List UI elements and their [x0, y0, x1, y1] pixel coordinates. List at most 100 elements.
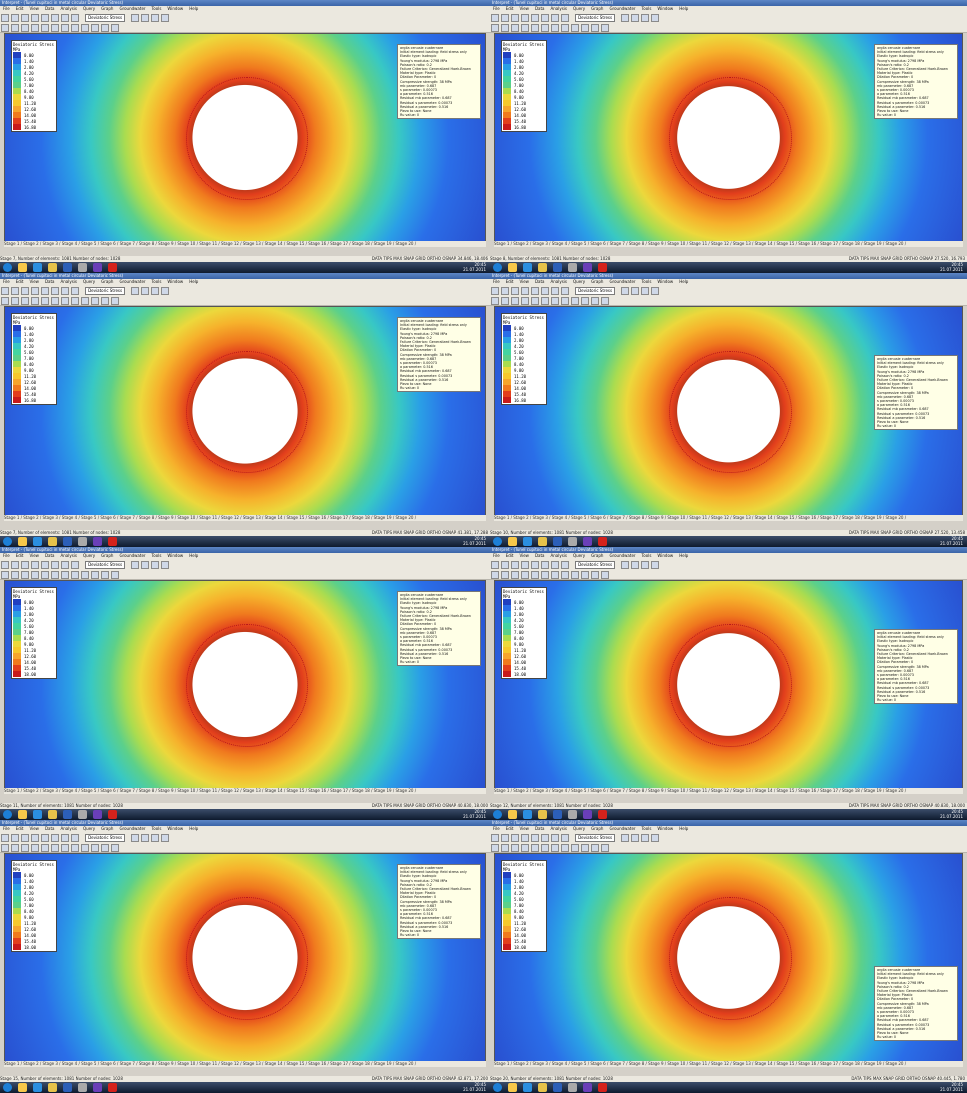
table-icon[interactable] — [41, 571, 49, 579]
zoom-all-icon[interactable] — [551, 834, 559, 842]
menu-analysis[interactable]: Analysis — [551, 826, 567, 831]
arrow-icon[interactable] — [51, 297, 59, 305]
media-icon[interactable] — [568, 263, 577, 272]
phase2-icon[interactable] — [583, 810, 592, 819]
graph-icon[interactable] — [521, 297, 529, 305]
select-icon[interactable] — [1, 571, 9, 579]
circle-icon[interactable] — [581, 844, 589, 852]
explorer-icon[interactable] — [508, 1083, 517, 1092]
query-icon[interactable] — [651, 561, 660, 569]
snap-modes[interactable]: DATA TIPS MAX SNAP GRID ORTHO OSNAP — [849, 256, 933, 261]
internet-explorer-icon[interactable] — [523, 537, 532, 546]
internet-explorer-icon[interactable] — [523, 810, 532, 819]
redo-icon[interactable] — [511, 24, 519, 32]
contour-icon[interactable] — [141, 14, 150, 22]
text-icon[interactable] — [561, 844, 569, 852]
word-icon[interactable] — [63, 1083, 72, 1092]
line-icon[interactable] — [551, 571, 559, 579]
undo-icon[interactable] — [11, 297, 19, 305]
rectangle-icon[interactable] — [101, 844, 109, 852]
zoom-all-icon[interactable] — [61, 14, 69, 22]
stage-tabs[interactable]: Stage 1 / Stage 2 / Stage 3 / Stage 4 / … — [4, 241, 486, 247]
query-icon[interactable] — [651, 287, 660, 295]
phase2-icon[interactable] — [583, 537, 592, 546]
menu-data[interactable]: Data — [535, 553, 545, 558]
undo-icon[interactable] — [11, 571, 19, 579]
graph-icon[interactable] — [31, 571, 39, 579]
zoom-all-icon[interactable] — [61, 561, 69, 569]
data-type-combo[interactable]: Deviatoric Stress — [575, 834, 616, 842]
copy-icon[interactable] — [521, 14, 529, 22]
zoom-in-icon[interactable] — [531, 14, 539, 22]
folder-icon[interactable] — [48, 1083, 57, 1092]
zoom-in-icon[interactable] — [531, 834, 539, 842]
mesh-icon[interactable] — [641, 14, 650, 22]
circle-icon[interactable] — [581, 571, 589, 579]
menu-data[interactable]: Data — [535, 279, 545, 284]
internet-explorer-icon[interactable] — [33, 810, 42, 819]
menu-query[interactable]: Query — [573, 826, 585, 831]
save-icon[interactable] — [11, 561, 19, 569]
copy-icon[interactable] — [521, 834, 529, 842]
rectangle-icon[interactable] — [101, 24, 109, 32]
menu-view[interactable]: View — [29, 279, 39, 284]
media-icon[interactable] — [568, 1083, 577, 1092]
chevron-down-icon[interactable] — [621, 287, 630, 295]
query-icon[interactable] — [161, 834, 170, 842]
phase2-icon[interactable] — [93, 537, 102, 546]
internet-explorer-icon[interactable] — [33, 1083, 42, 1092]
graph-icon[interactable] — [521, 571, 529, 579]
menu-edit[interactable]: Edit — [506, 279, 514, 284]
mesh-icon[interactable] — [151, 834, 160, 842]
mesh-icon[interactable] — [641, 834, 650, 842]
color-icon[interactable] — [111, 571, 119, 579]
mesh-icon[interactable] — [151, 287, 160, 295]
open-icon[interactable] — [491, 834, 499, 842]
table-icon[interactable] — [41, 24, 49, 32]
pan-icon[interactable] — [561, 561, 569, 569]
menu-analysis[interactable]: Analysis — [61, 279, 77, 284]
color-icon[interactable] — [111, 297, 119, 305]
dimension-icon[interactable] — [81, 24, 89, 32]
pan-icon[interactable] — [561, 287, 569, 295]
start-button-icon[interactable] — [493, 1083, 502, 1092]
zoom-out-icon[interactable] — [541, 14, 549, 22]
select-icon[interactable] — [491, 297, 499, 305]
menu-view[interactable]: View — [29, 6, 39, 11]
graph-icon[interactable] — [521, 24, 529, 32]
contour-icon[interactable] — [141, 287, 150, 295]
zoom-all-icon[interactable] — [551, 287, 559, 295]
print-icon[interactable] — [511, 834, 519, 842]
chevron-down-icon[interactable] — [131, 834, 140, 842]
contour-plot[interactable]: Deviatoric Stress MPa 0.00 1.40 2.80 4.20 5.… — [4, 33, 486, 242]
menu-edit[interactable]: Edit — [16, 553, 24, 558]
undo-icon[interactable] — [501, 24, 509, 32]
snap-modes[interactable]: DATA TIPS MAX SNAP GRID ORTHO OSNAP — [372, 1076, 456, 1081]
phase2-icon[interactable] — [583, 1083, 592, 1092]
contour-plot[interactable]: Deviatoric Stress MPa 0.00 1.40 2.80 4.20 5.… — [494, 33, 963, 242]
contour-icon[interactable] — [141, 834, 150, 842]
text-icon[interactable] — [561, 571, 569, 579]
menu-tools[interactable]: Tools — [642, 826, 652, 831]
menu-analysis[interactable]: Analysis — [61, 826, 77, 831]
pan-icon[interactable] — [71, 14, 79, 22]
chevron-down-icon[interactable] — [131, 287, 140, 295]
save-icon[interactable] — [501, 14, 509, 22]
text-icon[interactable] — [71, 297, 79, 305]
redo-icon[interactable] — [21, 297, 29, 305]
menu-help[interactable]: Help — [189, 6, 198, 11]
zoom-in-icon[interactable] — [41, 834, 49, 842]
start-button-icon[interactable] — [493, 537, 502, 546]
chevron-down-icon[interactable] — [131, 14, 140, 22]
table-icon[interactable] — [531, 24, 539, 32]
menu-query[interactable]: Query — [83, 6, 95, 11]
zoom-out-icon[interactable] — [51, 561, 59, 569]
dimension-icon[interactable] — [81, 571, 89, 579]
menu-data[interactable]: Data — [45, 553, 55, 558]
phase2-icon[interactable] — [93, 810, 102, 819]
media-icon[interactable] — [568, 537, 577, 546]
word-icon[interactable] — [553, 810, 562, 819]
menu-graph[interactable]: Graph — [591, 6, 603, 11]
stage-tabs[interactable]: Stage 1 / Stage 2 / Stage 3 / Stage 4 / … — [494, 788, 963, 794]
media-icon[interactable] — [78, 537, 87, 546]
